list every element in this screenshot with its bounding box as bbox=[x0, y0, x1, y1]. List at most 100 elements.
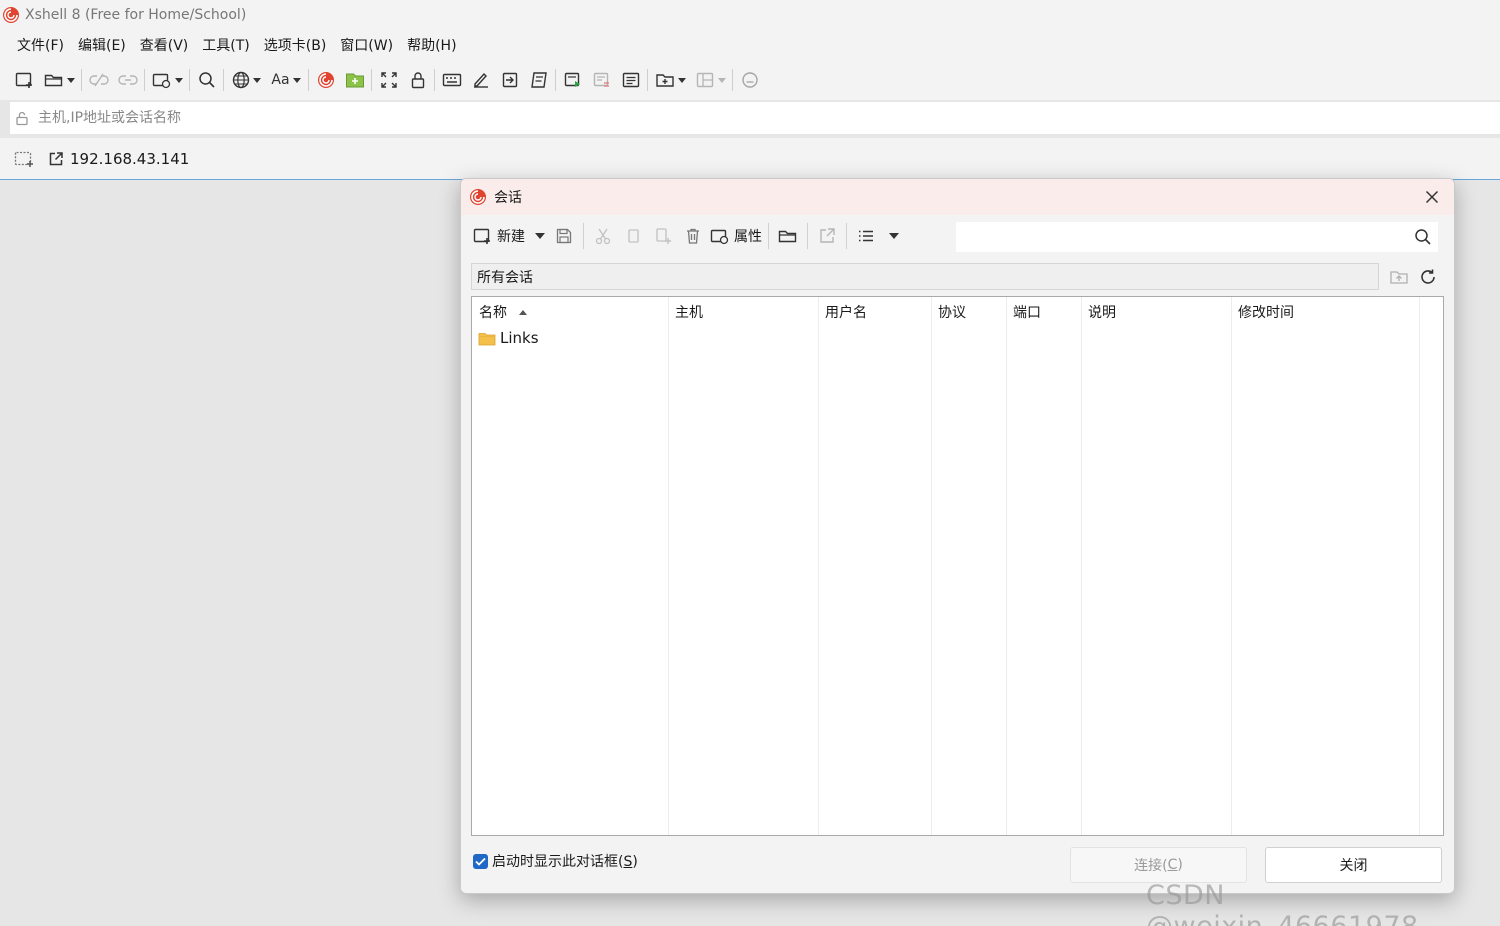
connect-button[interactable]: 连接(C) bbox=[1070, 847, 1247, 883]
list-icon bbox=[859, 230, 873, 242]
compose-button[interactable] bbox=[466, 66, 495, 94]
tab-bar: 192.168.43.141 bbox=[0, 138, 1500, 180]
session-manager-icon[interactable] bbox=[14, 150, 36, 168]
new-session-icon bbox=[473, 228, 490, 244]
toolbar-divider bbox=[371, 69, 372, 91]
save-button[interactable] bbox=[549, 222, 579, 250]
toolbar-divider bbox=[555, 69, 556, 91]
menu-help[interactable]: 帮助(H) bbox=[400, 35, 463, 55]
folder-up-icon bbox=[1390, 271, 1408, 284]
window-title: Xshell 8 (Free for Home/School) bbox=[25, 7, 247, 23]
new-tab-icon bbox=[152, 73, 170, 89]
list-header: 名称 主机 用户名 协议 端口 说明 修改时间 bbox=[472, 297, 1443, 327]
xshell-button[interactable] bbox=[311, 66, 340, 94]
close-icon bbox=[1425, 190, 1439, 204]
column-header-modified[interactable]: 修改时间 bbox=[1231, 297, 1419, 327]
toolbar-divider bbox=[583, 223, 584, 249]
chevron-down-icon bbox=[66, 77, 75, 83]
fullscreen-button[interactable] bbox=[374, 66, 403, 94]
search-icon[interactable] bbox=[1414, 228, 1432, 246]
lock-icon bbox=[411, 72, 424, 89]
note-button[interactable] bbox=[616, 66, 645, 94]
disconnect-button[interactable] bbox=[84, 66, 113, 94]
dialog-close-button[interactable] bbox=[1420, 185, 1444, 209]
properties-icon bbox=[710, 229, 729, 245]
menu-tabs[interactable]: 选项卡(B) bbox=[257, 35, 334, 55]
keyboard-button[interactable] bbox=[437, 66, 466, 94]
export-button[interactable] bbox=[812, 222, 842, 250]
main-toolbar: Aa bbox=[0, 60, 1500, 100]
column-header-username[interactable]: 用户名 bbox=[818, 297, 931, 327]
column-header-name[interactable]: 名称 bbox=[472, 297, 668, 327]
lock-button[interactable] bbox=[403, 66, 432, 94]
column-header-host[interactable]: 主机 bbox=[668, 297, 818, 327]
font-icon: Aa bbox=[271, 72, 290, 88]
note-icon bbox=[622, 72, 639, 88]
transfer-button[interactable] bbox=[495, 66, 524, 94]
dialog-title: 会话 bbox=[494, 190, 522, 206]
encoding-button[interactable] bbox=[226, 66, 266, 94]
host-input[interactable] bbox=[38, 110, 1438, 126]
find-button[interactable] bbox=[192, 66, 221, 94]
column-divider bbox=[931, 297, 932, 835]
new-button[interactable]: 新建 bbox=[471, 222, 527, 250]
refresh-button[interactable] bbox=[1416, 265, 1440, 289]
layout-icon bbox=[593, 72, 609, 87]
menu-edit[interactable]: 编辑(E) bbox=[71, 35, 133, 55]
folder-path[interactable]: 所有会话 bbox=[471, 263, 1379, 290]
keyboard-icon bbox=[442, 73, 461, 87]
script-button[interactable] bbox=[524, 66, 553, 94]
paste-button[interactable] bbox=[648, 222, 678, 250]
toolbar-divider bbox=[647, 69, 648, 91]
column-header-port[interactable]: 端口 bbox=[1006, 297, 1081, 327]
show-on-startup-checkbox[interactable]: 启动时显示此对话框(S) bbox=[473, 851, 638, 871]
font-button[interactable]: Aa bbox=[266, 66, 306, 94]
parent-folder-button[interactable] bbox=[1387, 265, 1411, 289]
xshell-logo-icon bbox=[470, 189, 486, 205]
delete-button[interactable] bbox=[678, 222, 708, 250]
menu-tools[interactable]: 工具(T) bbox=[195, 35, 256, 55]
split-layout-button[interactable] bbox=[690, 66, 730, 94]
open-session-button[interactable] bbox=[39, 66, 79, 94]
chevron-down-icon bbox=[534, 233, 545, 239]
chevron-down-icon bbox=[174, 77, 183, 83]
new-session-button[interactable] bbox=[10, 66, 39, 94]
chat-button[interactable] bbox=[735, 66, 764, 94]
list-item-folder[interactable]: Links bbox=[472, 327, 539, 349]
menu-view[interactable]: 查看(V) bbox=[133, 35, 196, 55]
properties-button[interactable]: 属性 bbox=[708, 222, 764, 250]
folder-icon bbox=[478, 332, 496, 345]
view-mode-button[interactable] bbox=[851, 222, 881, 250]
view-mode-dropdown[interactable] bbox=[881, 222, 903, 250]
new-window-button[interactable] bbox=[558, 66, 587, 94]
address-bar bbox=[10, 102, 1500, 134]
open-folder-button[interactable] bbox=[773, 222, 803, 250]
copy-button[interactable] bbox=[618, 222, 648, 250]
add-tab-icon bbox=[655, 74, 674, 87]
new-button-label: 新建 bbox=[497, 229, 525, 245]
menu-file[interactable]: 文件(F) bbox=[10, 35, 71, 55]
sessions-dialog: 会话 新建 属性 所有会话 名称 主机 用户名 协议 端口 说明 修改时间 Li… bbox=[460, 178, 1455, 894]
disconnect-icon bbox=[88, 73, 109, 87]
session-list: 名称 主机 用户名 协议 端口 说明 修改时间 Links bbox=[471, 296, 1444, 836]
toolbar-divider bbox=[807, 223, 808, 249]
close-button[interactable]: 关闭 bbox=[1265, 847, 1442, 883]
column-divider bbox=[1231, 297, 1232, 835]
new-dropdown-button[interactable] bbox=[527, 222, 549, 250]
checkbox-checked-icon[interactable] bbox=[473, 853, 488, 869]
add-tab-button[interactable] bbox=[650, 66, 690, 94]
tab-session[interactable]: 192.168.43.141 bbox=[48, 150, 189, 168]
menu-bar: 文件(F) 编辑(E) 查看(V) 工具(T) 选项卡(B) 窗口(W) 帮助(… bbox=[0, 30, 1500, 60]
layout-button[interactable] bbox=[587, 66, 616, 94]
column-header-description[interactable]: 说明 bbox=[1081, 297, 1231, 327]
reconnect-button[interactable] bbox=[113, 66, 142, 94]
cut-button[interactable] bbox=[588, 222, 618, 250]
column-header-protocol[interactable]: 协议 bbox=[931, 297, 1006, 327]
new-tab-button[interactable] bbox=[147, 66, 187, 94]
dialog-titlebar: 会话 bbox=[461, 179, 1454, 215]
chevron-down-icon bbox=[252, 77, 261, 83]
toolbar-divider bbox=[81, 69, 82, 91]
menu-window[interactable]: 窗口(W) bbox=[333, 35, 400, 55]
session-search-input[interactable] bbox=[962, 227, 1402, 247]
xftp-button[interactable] bbox=[340, 66, 369, 94]
